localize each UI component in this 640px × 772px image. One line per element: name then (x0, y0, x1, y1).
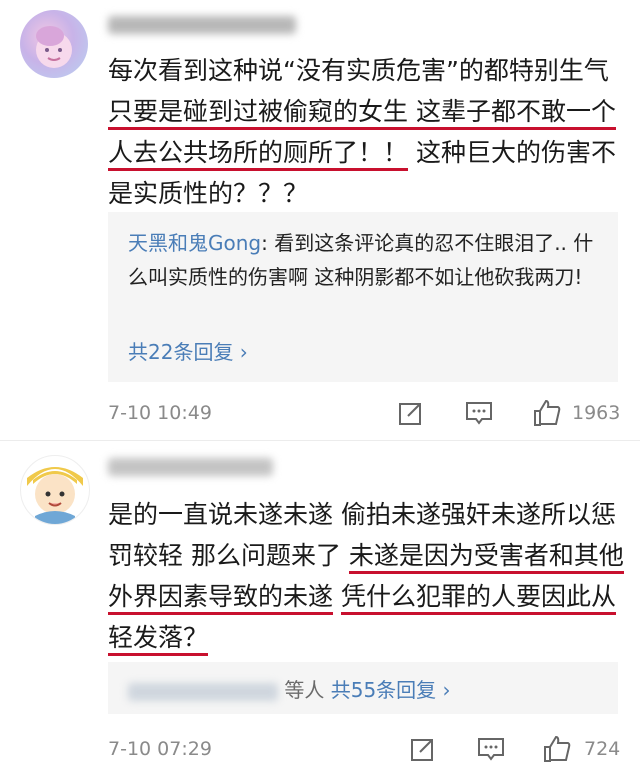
timestamp: 7-10 10:49 (108, 402, 212, 424)
divider (0, 440, 640, 441)
username-blurred[interactable] (108, 458, 273, 476)
avatar[interactable] (20, 10, 88, 78)
comment-icon[interactable] (464, 398, 494, 428)
reply-summary[interactable]: 等人 共55条回复 › (128, 674, 451, 703)
edit-icon[interactable] (396, 398, 426, 428)
view-replies-link[interactable]: 共22条回复 › (128, 336, 248, 365)
comment-meta: 7-10 07:29 724 (0, 730, 640, 770)
comment-body: 是的一直说未遂未遂 偷拍未遂强奸未遂所以惩罚较轻 那么问题来了 未遂是因为受害者… (108, 494, 628, 658)
comment-meta: 7-10 10:49 1963 (0, 394, 640, 434)
reply-preview[interactable]: 天黑和鬼Gong: 看到这条评论真的忍不住眼泪了.. 什么叫实质性的伤害啊 这种… (108, 212, 618, 382)
comment-icon[interactable] (476, 734, 506, 764)
like-count: 1963 (572, 402, 621, 424)
like-count: 724 (584, 738, 621, 760)
reply-preview[interactable]: 等人 共55条回复 › (108, 662, 618, 714)
username-blurred[interactable] (108, 16, 296, 34)
avatar-illustration (36, 26, 72, 68)
reply-suffix: 等人 (284, 678, 325, 702)
comment-text-segment: 每次看到这种说“没有实质危害”的都特别生气 (108, 56, 609, 85)
comment-body: 每次看到这种说“没有实质危害”的都特别生气 只要是碰到过被偷窥的女生 这辈子都不… (108, 50, 628, 214)
reply-username-blurred (128, 682, 278, 701)
reply-text: 天黑和鬼Gong: 看到这条评论真的忍不住眼泪了.. 什么叫实质性的伤害啊 这种… (128, 226, 606, 294)
comment-text-segment (333, 582, 341, 611)
reply-username[interactable]: 天黑和鬼Gong (128, 231, 261, 255)
edit-icon[interactable] (408, 734, 438, 764)
thumbs-up-icon[interactable] (532, 398, 562, 428)
timestamp: 7-10 07:29 (108, 738, 212, 760)
avatar[interactable] (20, 455, 90, 525)
thumbs-up-icon[interactable] (542, 734, 572, 764)
avatar-illustration (27, 467, 83, 524)
view-replies-link[interactable]: 共55条回复 › (331, 678, 451, 702)
